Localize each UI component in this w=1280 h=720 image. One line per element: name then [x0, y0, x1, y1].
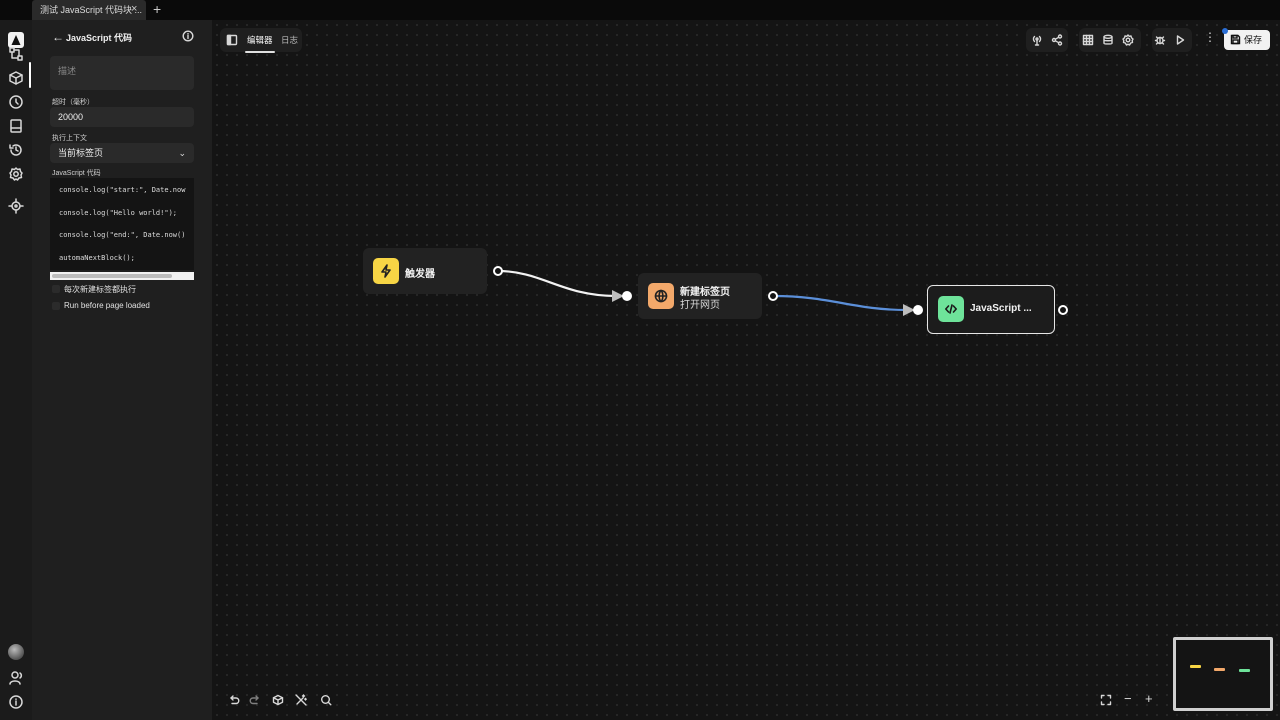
context-value: 当前标签页 — [58, 148, 104, 158]
about-info-icon[interactable] — [8, 694, 24, 710]
new-tab-button[interactable]: + — [153, 1, 161, 17]
node-javascript[interactable]: JavaScript ... — [927, 285, 1055, 334]
description-textarea[interactable]: 描述 — [50, 56, 194, 90]
toolbar-group-share — [1026, 28, 1068, 52]
zoom-out-button[interactable]: − — [1124, 691, 1132, 706]
trigger-output-handle[interactable] — [493, 266, 503, 276]
browser-tab[interactable]: 测试 JavaScript 代码块 ... — [32, 0, 146, 20]
tab-close-icon[interactable]: × — [131, 3, 137, 15]
table-icon[interactable] — [1082, 34, 1094, 46]
schedule-icon[interactable] — [8, 94, 24, 110]
minimap-javascript-node — [1239, 669, 1250, 672]
save-label: 保存 — [1244, 35, 1263, 45]
new-tab-input-handle[interactable] — [622, 291, 632, 301]
tab-log[interactable]: 日志 — [281, 34, 298, 46]
play-icon[interactable] — [1174, 34, 1186, 46]
edge-trigger-to-newtab — [497, 269, 617, 298]
code-line: console.log("start:", Date.now — [59, 186, 186, 194]
javascript-output-handle[interactable] — [1058, 305, 1068, 315]
tab-editor[interactable]: 编辑器 — [247, 34, 273, 46]
node-new-tab[interactable]: 新建标签页 打开网页 — [638, 273, 762, 319]
code-editor[interactable]: console.log("start:", Date.now console.l… — [50, 178, 194, 270]
node-trigger[interactable]: 触发器 — [363, 248, 487, 294]
undo-icon[interactable] — [228, 694, 240, 706]
zoom-in-button[interactable]: + — [1145, 691, 1153, 706]
node-trigger-title: 触发器 — [405, 269, 435, 280]
search-icon[interactable] — [320, 694, 332, 706]
minimap-trigger-node — [1190, 665, 1201, 668]
every-new-tab-checkbox[interactable] — [52, 285, 60, 293]
edge-newtab-to-js — [772, 294, 909, 312]
code-horizontal-scrollbar[interactable] — [50, 272, 194, 280]
block-settings-panel: ← JavaScript 代码 描述 超时（毫秒） 20000 执行上下文 当前… — [32, 20, 212, 720]
panel-header: ← JavaScript 代码 — [52, 30, 202, 44]
fullscreen-icon[interactable] — [1100, 694, 1112, 706]
broadcast-icon[interactable] — [1031, 34, 1043, 46]
user-avatar[interactable] — [8, 644, 24, 660]
database-icon[interactable] — [1102, 34, 1114, 46]
minimap[interactable] — [1173, 637, 1273, 711]
timeout-value: 20000 — [58, 112, 84, 122]
before-load-label: Run before page loaded — [64, 301, 150, 310]
crosshair-icon[interactable] — [8, 198, 24, 214]
workflow-canvas[interactable]: 编辑器 日志 ⋮ 保存 触发器 新建标签页 打开网页 JavaScript ..… — [212, 20, 1280, 720]
scrollbar-thumb[interactable] — [52, 274, 172, 278]
toolbar-group-run — [1152, 28, 1192, 52]
browser-tab-title: 测试 JavaScript 代码块 ... — [40, 5, 143, 15]
back-arrow-icon[interactable]: ← — [52, 30, 64, 44]
debug-bug-icon[interactable] — [1154, 34, 1166, 46]
code-line: console.log("Hello world!"); — [59, 209, 178, 217]
storage-icon[interactable] — [8, 118, 24, 134]
active-tab-underline — [245, 51, 275, 53]
minimap-new-tab-node — [1214, 668, 1225, 671]
package-icon[interactable] — [272, 694, 284, 706]
browser-tab-strip: 测试 JavaScript 代码块 ... × + — [0, 0, 1280, 20]
redo-icon[interactable] — [249, 694, 261, 706]
code-line: automaNextBlock(); — [59, 254, 135, 262]
settings-icon[interactable] — [8, 166, 24, 182]
share-icon[interactable] — [1051, 34, 1063, 46]
left-rail — [0, 20, 32, 720]
javascript-input-handle[interactable] — [913, 305, 923, 315]
lightning-icon — [373, 258, 399, 284]
code-label: JavaScript 代码 — [52, 170, 101, 177]
unsaved-indicator-dot — [1222, 28, 1228, 34]
new-tab-output-handle[interactable] — [768, 291, 778, 301]
node-new-tab-subtitle: 打开网页 — [680, 300, 720, 311]
packages-icon[interactable] — [8, 70, 24, 86]
save-button[interactable]: 保存 — [1224, 30, 1270, 50]
before-load-checkbox[interactable] — [52, 302, 60, 310]
code-icon — [938, 296, 964, 322]
every-new-tab-label: 每次新建标签都执行 — [64, 285, 136, 294]
more-options-icon[interactable]: ⋮ — [1204, 31, 1216, 43]
timeout-input[interactable]: 20000 — [50, 107, 194, 127]
description-placeholder: 描述 — [58, 66, 77, 76]
node-javascript-title: JavaScript ... — [970, 303, 1032, 314]
edges-layer — [497, 269, 915, 316]
history-icon[interactable] — [8, 142, 24, 158]
globe-icon — [648, 283, 674, 309]
workflow-settings-icon[interactable] — [1122, 34, 1134, 46]
workflows-icon[interactable] — [8, 46, 24, 62]
sidebar-toggle-icon[interactable] — [226, 34, 238, 46]
toolbar-group-data — [1079, 28, 1141, 52]
code-line: console.log("end:", Date.now() — [59, 231, 186, 239]
rail-active-indicator — [29, 62, 31, 88]
context-select[interactable]: 当前标签页 ⌄ — [50, 143, 194, 163]
chevron-down-icon: ⌄ — [178, 148, 186, 158]
info-icon[interactable] — [182, 30, 194, 42]
panel-title: JavaScript 代码 — [66, 33, 133, 43]
magic-wand-icon[interactable] — [295, 694, 307, 706]
editor-tabs: 编辑器 日志 — [220, 28, 302, 53]
context-label: 执行上下文 — [52, 135, 87, 142]
timeout-label: 超时（毫秒） — [52, 99, 94, 106]
user-icon[interactable] — [8, 670, 24, 686]
